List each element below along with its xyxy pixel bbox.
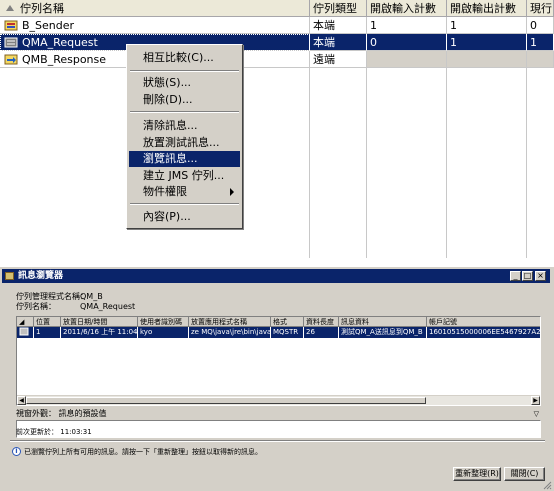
scroll-right-button[interactable]: ▶ <box>531 396 540 405</box>
queue-label: 佇列名稱： <box>16 302 56 311</box>
horizontal-scrollbar[interactable]: ◀ ▶ <box>17 395 540 405</box>
info-message: i 已瀏覽佇列上所有可用的訊息。請按一下「重新整理」按鈕以取得新的訊息。 <box>10 445 545 459</box>
queue-value: QMA_Request <box>80 302 136 311</box>
sort-ascending-icon <box>6 5 14 11</box>
menu-item-compare[interactable]: 相互比較(C)... <box>129 50 240 66</box>
resize-grip-icon[interactable] <box>542 480 552 490</box>
last-updated-label: 前次更新於： <box>16 428 58 436</box>
menu-item-create-jms-queue[interactable]: 建立 JMS 佇列... <box>129 168 240 184</box>
message-put-datetime[interactable]: 2011/6/16 上午 11:04:34 <box>61 327 138 338</box>
col-header-accounting-token[interactable]: 帳戶記號 <box>427 317 540 327</box>
queue-row[interactable]: QMB_Response 遠端 <box>0 51 554 68</box>
open-input-count: 0 <box>367 34 447 51</box>
local-queue-icon <box>4 20 18 31</box>
open-input-count: 1 <box>367 17 447 34</box>
col-header-data-length[interactable]: 資料長度 <box>304 317 339 327</box>
refresh-button[interactable]: 重新整理(R) <box>453 467 501 481</box>
column-divider <box>366 68 367 258</box>
message-position[interactable]: 1 <box>34 327 61 338</box>
col-header-queue-name[interactable]: 佇列名稱 <box>0 0 310 17</box>
col-header-put-app-name[interactable]: 放置應用程式名稱 <box>189 317 271 327</box>
col-header-open-input-count[interactable]: 開啟輸入計數 <box>367 0 447 17</box>
queue-row-selected[interactable]: QMA_Request 本端 0 1 1 <box>0 34 554 51</box>
col-header-open-output-count[interactable]: 開啟輸出計數 <box>447 0 527 17</box>
message-put-app-name[interactable]: ze MQ\java\jre\bin\javaw.exe <box>189 327 271 338</box>
view-value: 訊息的預設值 <box>58 409 107 418</box>
local-queue-icon <box>4 37 18 48</box>
open-output-count: 1 <box>447 34 527 51</box>
column-divider <box>446 68 447 258</box>
menu-item-object-authorities[interactable]: 物件權限 <box>129 184 240 200</box>
menu-item-properties[interactable]: 內容(P)... <box>129 209 240 225</box>
context-menu: 相互比較(C)... 狀態(S)... 刪除(D)... 清除訊息... 放置測… <box>126 44 243 229</box>
message-data-length[interactable]: 26 <box>304 327 339 338</box>
message-format[interactable]: MQSTR <box>271 327 304 338</box>
window-title: 訊息瀏覽器 <box>18 271 64 281</box>
qmgr-label: 佇列管理程式名稱： <box>16 292 88 301</box>
message-accounting-token[interactable]: 16010515000006EE5467927A29A7 <box>427 327 540 338</box>
submenu-arrow-icon <box>230 188 234 196</box>
queue-table: 佇列名稱 佇列類型 開啟輸入計數 開啟輸出計數 現行 B_Sender 本端 1… <box>0 0 554 258</box>
queue-name: QMB_Response <box>22 53 107 66</box>
message-table: ◢ 位置 放置日期/時間 使用者識別碼 放置應用程式名稱 格式 資料長度 訊息資… <box>16 316 541 406</box>
col-header-put-datetime[interactable]: 放置日期/時間 <box>61 317 138 327</box>
queue-row[interactable]: B_Sender 本端 1 1 0 <box>0 17 554 34</box>
current-depth: 1 <box>527 34 554 51</box>
current-depth: 0 <box>527 17 554 34</box>
chevron-down-icon[interactable]: ▽ <box>534 408 539 420</box>
column-divider <box>309 68 310 258</box>
col-header-position[interactable]: 位置 <box>34 317 61 327</box>
col-header-message-data[interactable]: 訊息資料 <box>339 317 427 327</box>
message-icon <box>19 327 29 336</box>
divider <box>10 440 545 442</box>
queue-type: 本端 <box>310 17 367 34</box>
queue-type: 遠端 <box>310 51 367 68</box>
message-user-id[interactable]: kyo <box>138 327 189 338</box>
col-header-queue-type[interactable]: 佇列類型 <box>310 0 367 17</box>
minimize-button[interactable]: _ <box>510 271 521 281</box>
col-header-current-depth[interactable]: 現行 <box>527 0 554 17</box>
menu-separator <box>130 70 239 72</box>
open-output-count: 1 <box>447 17 527 34</box>
open-input-count <box>367 51 447 68</box>
col-header-icon[interactable]: ◢ <box>17 317 34 327</box>
message-browser-window: 訊息瀏覽器 _ □ × 佇列管理程式名稱： QM_B 佇列名稱： QMA_Req… <box>0 266 554 491</box>
maximize-button[interactable]: □ <box>522 271 533 281</box>
view-selector[interactable]: 視窗外觀： 訊息的預設值 ▽ <box>16 408 541 420</box>
queue-name: QMA_Request <box>22 36 98 49</box>
window-icon <box>5 272 14 280</box>
menu-item-browse-messages[interactable]: 瀏覽訊息... <box>129 151 240 167</box>
column-divider <box>526 68 527 258</box>
close-button[interactable]: 關閉(C) <box>504 467 545 481</box>
message-data[interactable]: 測試QM_A送訊息到QM_B <box>339 327 427 338</box>
scroll-left-button[interactable]: ◀ <box>17 396 26 405</box>
open-output-count <box>447 51 527 68</box>
view-label: 視窗外觀： <box>16 409 56 418</box>
info-text: 已瀏覽佇列上所有可用的訊息。請按一下「重新整理」按鈕以取得新的訊息。 <box>24 448 262 456</box>
scroll-thumb[interactable] <box>26 397 426 404</box>
qmgr-value: QM_B <box>80 292 103 301</box>
info-icon: i <box>12 447 21 456</box>
queue-type: 本端 <box>310 34 367 51</box>
message-row-icon[interactable] <box>17 327 34 338</box>
col-header-format[interactable]: 格式 <box>271 317 304 327</box>
close-window-button[interactable]: × <box>535 271 546 281</box>
last-updated-value: 11:03:31 <box>60 428 92 436</box>
menu-separator <box>130 111 239 113</box>
current-depth <box>527 51 554 68</box>
menu-item-put-test-message[interactable]: 放置測試訊息... <box>129 135 240 151</box>
menu-item-delete[interactable]: 刪除(D)... <box>129 92 240 108</box>
menu-item-status[interactable]: 狀態(S)... <box>129 75 240 91</box>
title-bar[interactable]: 訊息瀏覽器 _ □ × <box>2 269 550 283</box>
menu-separator <box>130 203 239 205</box>
menu-item-clear-messages[interactable]: 清除訊息... <box>129 118 240 134</box>
last-updated: 前次更新於： 11:03:31 <box>16 427 541 437</box>
col-header-user-id[interactable]: 使用者識別碼 <box>138 317 189 327</box>
queue-name: B_Sender <box>22 19 75 32</box>
remote-queue-icon <box>4 54 18 65</box>
